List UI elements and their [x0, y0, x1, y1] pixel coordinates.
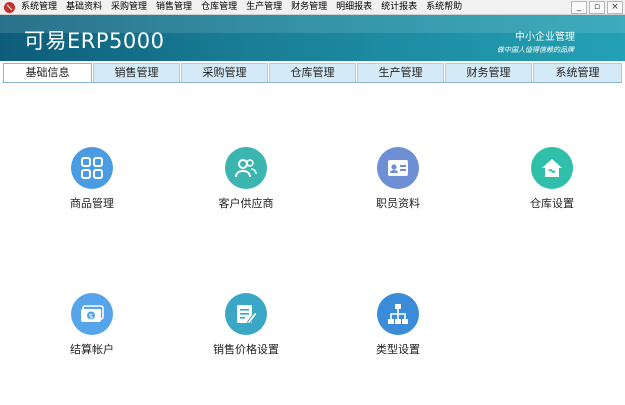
tab-system[interactable]: 系统管理 — [532, 63, 622, 82]
banner-subtitle: 中小企业管理 — [515, 32, 575, 43]
tile-staff-data[interactable]: 职员资料 — [338, 147, 458, 227]
users-icon — [225, 147, 267, 189]
close-button[interactable]: × — [607, 1, 623, 14]
tile-type-settings[interactable]: 类型设置 — [338, 293, 458, 373]
tile-label: 结算帐户 — [70, 343, 114, 356]
menu-sales[interactable]: 销售管理 — [153, 0, 195, 14]
header-banner: 可易ERP5000 中小企业管理 做中国人值得信赖的品牌 — [0, 15, 625, 61]
tab-basic-info[interactable]: 基础信息 — [3, 63, 92, 83]
tab-warehouse[interactable]: 仓库管理 — [268, 63, 356, 82]
menu-purchase[interactable]: 采购管理 — [108, 0, 150, 14]
tile-customer-supplier[interactable]: 客户供应商 — [186, 147, 306, 227]
menu-warehouse[interactable]: 仓库管理 — [198, 0, 240, 14]
menu-basic-data[interactable]: 基础资料 — [63, 0, 105, 14]
edit-icon — [225, 293, 267, 335]
menu-help[interactable]: 系统帮助 — [423, 0, 465, 14]
tile-label: 商品管理 — [70, 197, 114, 210]
menu-stat-report[interactable]: 统计报表 — [378, 0, 420, 14]
app-logo-icon — [4, 1, 15, 13]
menu-items: 系统管理 基础资料 采购管理 销售管理 仓库管理 生产管理 财务管理 明细报表 … — [18, 0, 468, 14]
tile-label: 销售价格设置 — [213, 343, 279, 356]
module-tabs: 基础信息 销售管理 采购管理 仓库管理 生产管理 财务管理 系统管理 — [3, 63, 623, 83]
restore-button[interactable]: ▫ — [589, 1, 605, 14]
menu-detail-report[interactable]: 明细报表 — [333, 0, 375, 14]
tile-product-management[interactable]: 商品管理 — [32, 147, 152, 227]
basic-info-panel: 商品管理 客户供应商 职员资料 仓库设置 $ 结算帐户 销售价格设置 类型设置 — [2, 82, 622, 405]
menu-production[interactable]: 生产管理 — [243, 0, 285, 14]
tab-purchase[interactable]: 采购管理 — [180, 63, 268, 82]
hierarchy-icon — [377, 293, 419, 335]
tile-label: 类型设置 — [376, 343, 420, 356]
tile-warehouse-settings[interactable]: 仓库设置 — [492, 147, 612, 227]
id-card-icon — [377, 147, 419, 189]
tab-finance[interactable]: 财务管理 — [444, 63, 532, 82]
tile-settlement-account[interactable]: $ 结算帐户 — [32, 293, 152, 373]
minimize-button[interactable]: _ — [571, 1, 587, 14]
tile-sales-price-settings[interactable]: 销售价格设置 — [186, 293, 306, 373]
tab-production[interactable]: 生产管理 — [356, 63, 444, 82]
menu-bar: 系统管理 基础资料 采购管理 销售管理 仓库管理 生产管理 财务管理 明细报表 … — [0, 0, 625, 15]
menu-finance[interactable]: 财务管理 — [288, 0, 330, 14]
svg-text:$: $ — [89, 313, 93, 321]
window-controls: _ ▫ × — [571, 1, 623, 14]
tile-label: 职员资料 — [376, 197, 420, 210]
tab-sales[interactable]: 销售管理 — [92, 63, 180, 82]
menu-system-management[interactable]: 系统管理 — [18, 0, 60, 14]
account-icon: $ — [71, 293, 113, 335]
tile-label: 客户供应商 — [218, 197, 274, 210]
tile-label: 仓库设置 — [530, 197, 574, 210]
warehouse-icon — [531, 147, 573, 189]
grid-icon — [71, 147, 113, 189]
app-title: 可易ERP5000 — [24, 29, 165, 53]
banner-tagline: 做中国人值得信赖的品牌 — [497, 46, 574, 54]
